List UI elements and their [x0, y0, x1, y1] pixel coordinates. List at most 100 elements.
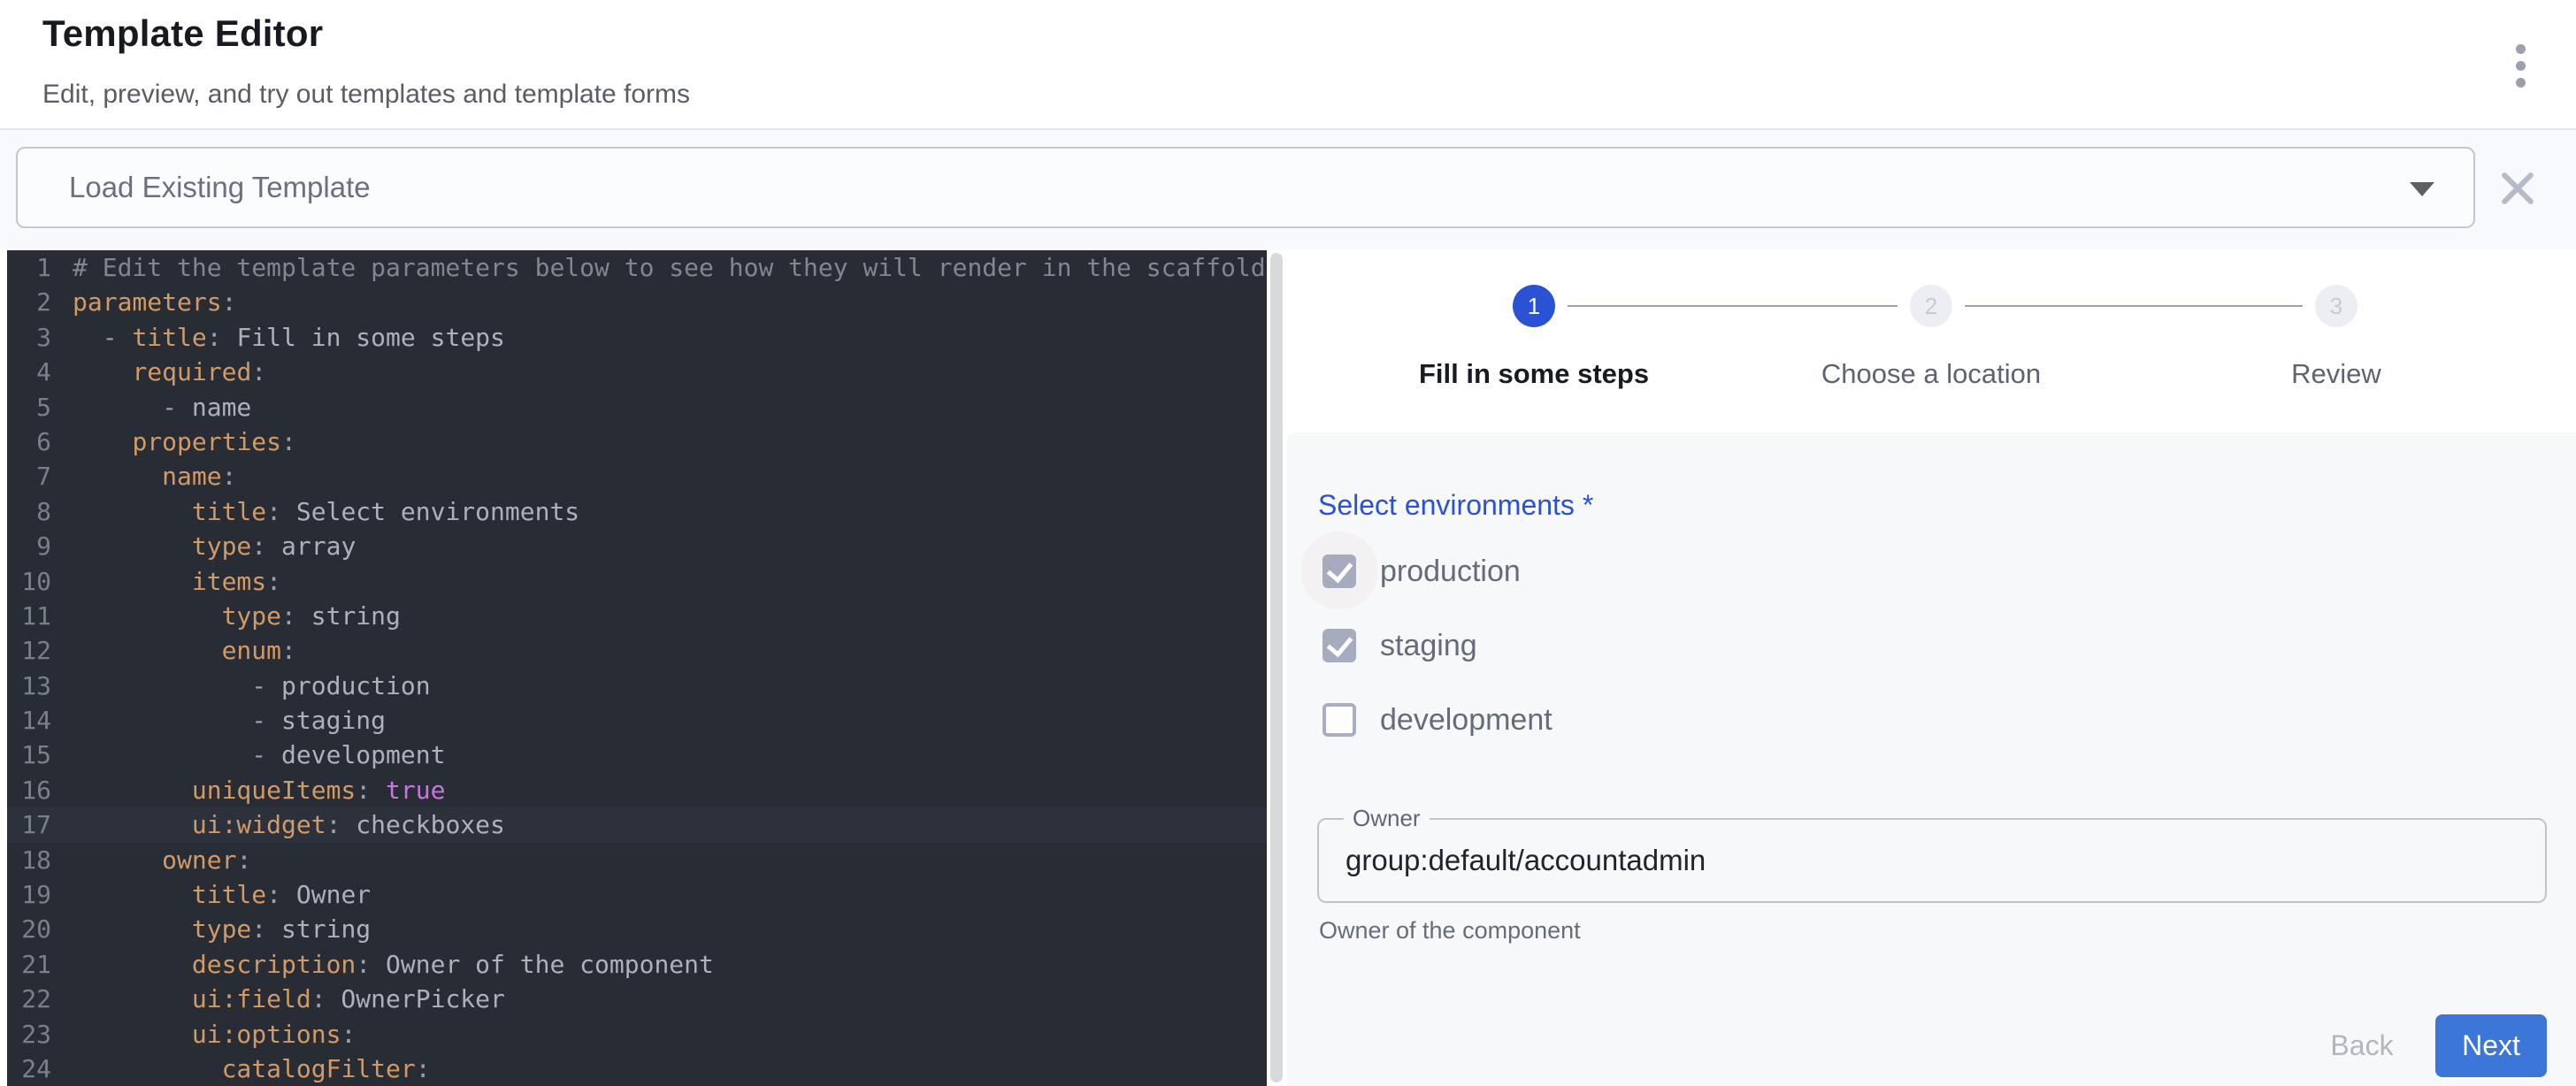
- next-button[interactable]: Next: [2435, 1014, 2547, 1077]
- code-line[interactable]: 14 - staging: [7, 703, 1267, 738]
- code-text: ui:widget: checkboxes: [73, 807, 505, 842]
- code-text: ui:options:: [73, 1017, 356, 1052]
- code-line[interactable]: 8 title: Select environments: [7, 494, 1267, 529]
- code-text: - production: [73, 669, 431, 703]
- code-text: - title: Fill in some steps: [73, 320, 505, 355]
- line-number: 15: [7, 738, 51, 772]
- owner-input-value: group:default/accountadmin: [1319, 844, 1706, 877]
- code-line[interactable]: 12 enum:: [7, 633, 1267, 668]
- checkbox-row-production[interactable]: production: [1322, 554, 1521, 589]
- close-icon[interactable]: [2495, 165, 2541, 211]
- step-connector: [1568, 305, 1898, 307]
- more-options-kebab-icon[interactable]: [2503, 41, 2539, 90]
- code-text: name:: [73, 459, 236, 493]
- template-preview-panel: 1Fill in some steps2Choose a location3Re…: [1284, 250, 2576, 1086]
- checkbox-label[interactable]: development: [1380, 703, 1552, 738]
- code-line[interactable]: 6 properties:: [7, 424, 1267, 459]
- step-connector: [1965, 305, 2303, 307]
- line-number: 23: [7, 1017, 51, 1052]
- checkbox-row-staging[interactable]: staging: [1322, 628, 1477, 663]
- checkmark-icon: [1327, 556, 1353, 584]
- checkbox-production[interactable]: [1322, 554, 1356, 588]
- code-line[interactable]: 17 ui:widget: checkboxes: [7, 807, 1267, 842]
- owner-input[interactable]: group:default/accountadmin: [1317, 818, 2547, 903]
- line-number: 10: [7, 564, 51, 599]
- code-line[interactable]: 1# Edit the template parameters below to…: [7, 250, 1267, 285]
- code-text: description: Owner of the component: [73, 947, 714, 982]
- code-line[interactable]: 10 items:: [7, 564, 1267, 599]
- line-number: 6: [7, 424, 51, 459]
- owner-helper-text: Owner of the component: [1319, 917, 1581, 945]
- line-number: 16: [7, 773, 51, 807]
- step-label-3: Review: [2142, 358, 2531, 390]
- line-number: 3: [7, 320, 51, 355]
- code-text: type: string: [73, 912, 371, 946]
- line-number: 1: [7, 250, 51, 285]
- line-number: 7: [7, 459, 51, 493]
- step-indicator-3: 3: [2315, 285, 2358, 327]
- code-line[interactable]: 7 name:: [7, 459, 1267, 493]
- step-indicator-1: 1: [1513, 285, 1555, 327]
- line-number: 18: [7, 843, 51, 877]
- template-loader-bar: Load Existing Template: [0, 130, 2576, 250]
- code-line[interactable]: 13 - production: [7, 669, 1267, 703]
- code-line[interactable]: 11 type: string: [7, 599, 1267, 633]
- checkbox-label[interactable]: production: [1380, 554, 1521, 589]
- code-text: required:: [73, 355, 266, 389]
- code-text: properties:: [73, 424, 296, 459]
- page-title: Template Editor: [42, 12, 690, 55]
- code-line[interactable]: 23 ui:options:: [7, 1017, 1267, 1052]
- code-line[interactable]: 19 title: Owner: [7, 877, 1267, 912]
- owner-input-label: Owner: [1344, 805, 1430, 831]
- code-text: - name: [73, 390, 251, 424]
- line-number: 2: [7, 285, 51, 319]
- code-line[interactable]: 5 - name: [7, 390, 1267, 424]
- code-text: items:: [73, 564, 281, 599]
- code-text: parameters:: [73, 285, 236, 319]
- page-subtitle: Edit, preview, and try out templates and…: [42, 80, 690, 110]
- checkmark-icon: [1327, 631, 1353, 658]
- code-text: ui:field: OwnerPicker: [73, 982, 505, 1016]
- code-text: - staging: [73, 703, 386, 738]
- code-line[interactable]: 21 description: Owner of the component: [7, 947, 1267, 982]
- line-number: 11: [7, 599, 51, 633]
- load-existing-template-value: Load Existing Template: [18, 171, 371, 204]
- line-number: 12: [7, 633, 51, 668]
- checkbox-label[interactable]: staging: [1380, 629, 1477, 663]
- code-text: catalogFilter:: [73, 1052, 431, 1086]
- chevron-down-icon: [2410, 182, 2434, 196]
- line-number: 5: [7, 390, 51, 424]
- code-line[interactable]: 18 owner:: [7, 843, 1267, 877]
- required-asterisk: *: [1583, 489, 1593, 521]
- line-number: 19: [7, 877, 51, 912]
- line-number: 8: [7, 494, 51, 529]
- form-paper: Select environments * production staging d…: [1287, 432, 2576, 1086]
- code-line[interactable]: 16 uniqueItems: true: [7, 773, 1267, 807]
- code-line[interactable]: 2 parameters:: [7, 285, 1267, 319]
- line-number: 9: [7, 529, 51, 563]
- yaml-code-editor[interactable]: 1# Edit the template parameters below to…: [7, 250, 1267, 1086]
- checkbox-row-development[interactable]: development: [1322, 702, 1552, 738]
- checkbox-staging[interactable]: [1322, 629, 1356, 662]
- code-line[interactable]: 24 catalogFilter:: [7, 1052, 1267, 1086]
- checkbox-development[interactable]: [1322, 703, 1356, 737]
- code-line[interactable]: 9 type: array: [7, 529, 1267, 563]
- step-label-1: Fill in some steps: [1339, 358, 1729, 390]
- code-text: type: array: [73, 529, 356, 563]
- code-text: - development: [73, 738, 445, 772]
- code-line[interactable]: 4 required:: [7, 355, 1267, 389]
- code-text: type: string: [73, 599, 401, 633]
- code-line[interactable]: 20 type: string: [7, 912, 1267, 946]
- select-environments-label: Select environments *: [1318, 489, 1593, 522]
- code-line[interactable]: 22 ui:field: OwnerPicker: [7, 982, 1267, 1016]
- editor-scrollbar[interactable]: [1270, 253, 1283, 1082]
- line-number: 14: [7, 703, 51, 738]
- line-number: 22: [7, 982, 51, 1016]
- line-number: 21: [7, 947, 51, 982]
- page-header: Template Editor Edit, preview, and try o…: [42, 12, 690, 110]
- load-existing-template-select[interactable]: Load Existing Template: [16, 147, 2475, 228]
- back-button[interactable]: Back: [2296, 1014, 2428, 1077]
- code-line[interactable]: 15 - development: [7, 738, 1267, 772]
- code-line[interactable]: 3 - title: Fill in some steps: [7, 320, 1267, 355]
- line-number: 17: [7, 807, 51, 842]
